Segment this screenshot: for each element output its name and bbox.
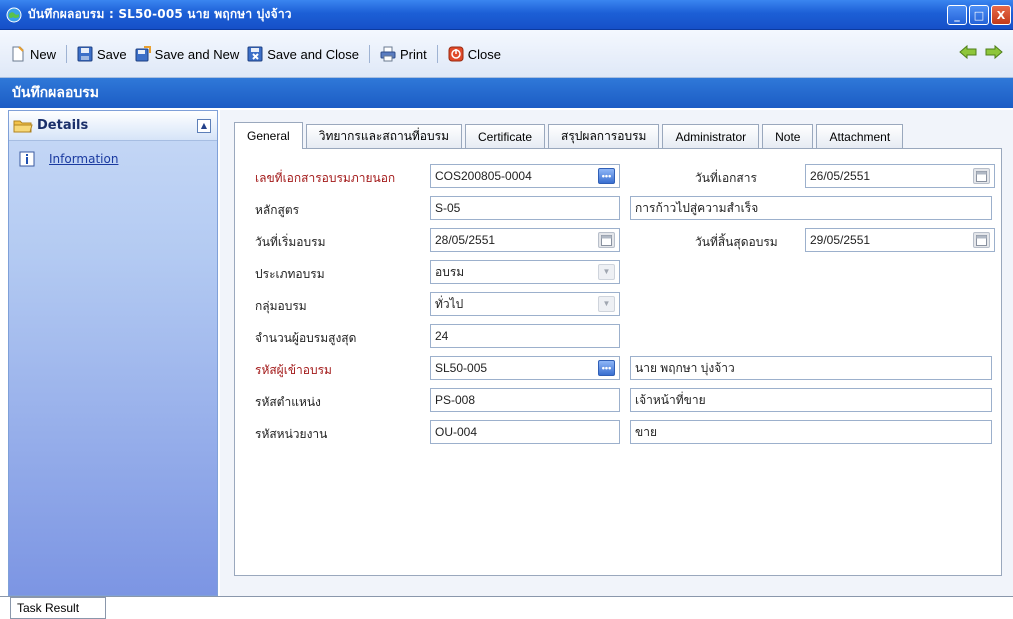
doc-date-label: วันที่เอกสาร <box>695 171 757 185</box>
position-code-value: PS-008 <box>435 393 476 407</box>
position-name-value: เจ้าหน้าที่ขาย <box>635 393 706 407</box>
start-date-label: วันที่เริ่มอบรม <box>255 235 326 249</box>
max-trainees-label: จำนวนผู้อบรมสูงสุด <box>255 331 357 345</box>
trainee-code-value: SL50-005 <box>435 361 488 375</box>
close-power-icon <box>448 46 464 62</box>
bottom-divider <box>0 596 1013 597</box>
save-and-close-button[interactable]: Save and Close <box>243 46 363 62</box>
maximize-button[interactable]: □ <box>969 5 989 25</box>
trainee-name-value: นาย พฤกษา บุ่งจ้าว <box>635 361 735 375</box>
calendar-icon[interactable] <box>973 168 990 184</box>
tab-strip: General วิทยากรและสถานที่อบรม Certificat… <box>234 122 906 149</box>
save-label: Save <box>97 46 127 62</box>
tab-note[interactable]: Note <box>762 124 814 148</box>
training-type-select[interactable]: อบรม ▼ <box>430 260 620 284</box>
trainee-code-field[interactable]: SL50-005 ••• <box>430 356 620 380</box>
doc-number-label: เลขที่เอกสารอบรมภายนอก <box>255 171 396 185</box>
trainee-lookup-icon[interactable]: ••• <box>598 360 615 376</box>
training-group-select[interactable]: ทั่วไป ▼ <box>430 292 620 316</box>
info-icon <box>19 151 35 167</box>
window-title: บันทึกผลอบรม : SL50-005 นาย พฤกษา บุ่งจ้… <box>28 7 292 21</box>
max-trainees-field[interactable]: 24 <box>430 324 620 348</box>
print-button[interactable]: Print <box>376 46 431 62</box>
printer-icon <box>380 46 396 62</box>
toolbar: New Save Save and New Save and Close Pri… <box>0 30 1013 78</box>
tab-attachment[interactable]: Attachment <box>816 124 904 148</box>
save-and-close-label: Save and Close <box>267 46 359 62</box>
unit-name-field[interactable]: ขาย <box>630 420 992 444</box>
training-group-value: ทั่วไป <box>435 297 464 311</box>
sidebar-item-information[interactable]: Information <box>9 141 217 167</box>
training-type-value: อบรม <box>435 265 465 279</box>
save-and-new-button[interactable]: Save and New <box>131 46 244 62</box>
tab-administrator[interactable]: Administrator <box>662 124 760 148</box>
save-and-new-icon <box>135 46 151 62</box>
close-label: Close <box>467 46 501 62</box>
new-document-icon <box>12 46 24 62</box>
window-close-button[interactable]: X <box>991 5 1011 25</box>
doc-date-field[interactable]: 26/05/2551 <box>805 164 995 188</box>
new-label: New <box>30 46 57 62</box>
course-name-value: การก้าวไปสู่ความสำเร็จ <box>635 201 759 215</box>
details-panel-header[interactable]: Details ▲ <box>9 111 217 141</box>
collapse-chevron-icon[interactable]: ▲ <box>197 119 211 133</box>
close-button[interactable]: Close <box>444 46 505 62</box>
course-name-field[interactable]: การก้าวไปสู่ความสำเร็จ <box>630 196 992 220</box>
new-button[interactable]: New <box>6 46 60 62</box>
end-date-label: วันที่สิ้นสุดอบรม <box>695 235 778 249</box>
minimize-button[interactable]: _ <box>947 5 967 25</box>
save-disk-icon <box>77 46 93 62</box>
calendar-icon[interactable] <box>973 232 990 248</box>
position-code-field[interactable]: PS-008 <box>430 388 620 412</box>
window-titlebar: บันทึกผลอบรม : SL50-005 นาย พฤกษา บุ่งจ้… <box>0 0 1013 30</box>
folder-icon <box>13 120 33 132</box>
save-button[interactable]: Save <box>73 46 131 62</box>
previous-arrow-icon[interactable] <box>959 44 977 60</box>
tab-training-summary[interactable]: สรุปผลการอบรม <box>548 124 660 148</box>
main-content: General วิทยากรและสถานที่อบรม Certificat… <box>220 110 1013 596</box>
tab-trainer-location[interactable]: วิทยากรและสถานที่อบรม <box>305 124 462 148</box>
app-globe-icon <box>6 7 22 22</box>
doc-date-value: 26/05/2551 <box>810 169 871 183</box>
trainee-code-label: รหัสผู้เข้าอบรม <box>255 363 332 377</box>
dropdown-chevron-icon[interactable]: ▼ <box>598 264 615 280</box>
course-code-field[interactable]: S-05 <box>430 196 620 220</box>
training-group-label: กลุ่มอบรม <box>255 299 307 313</box>
tab-general[interactable]: General <box>234 122 303 149</box>
details-panel-title: Details <box>37 118 89 133</box>
position-name-field[interactable]: เจ้าหน้าที่ขาย <box>630 388 992 412</box>
calendar-icon[interactable] <box>598 232 615 248</box>
toolbar-divider <box>436 45 438 63</box>
trainee-name-field[interactable]: นาย พฤกษา บุ่งจ้าว <box>630 356 992 380</box>
toolbar-divider <box>66 45 68 63</box>
course-code-value: S-05 <box>435 201 461 215</box>
print-label: Print <box>400 46 427 62</box>
sidebar-item-label: Information <box>49 152 119 166</box>
unit-code-label: รหัสหน่วยงาน <box>255 427 328 441</box>
unit-name-value: ขาย <box>635 425 657 439</box>
start-date-field[interactable]: 28/05/2551 <box>430 228 620 252</box>
start-date-value: 28/05/2551 <box>435 233 496 247</box>
doc-number-field[interactable]: COS200805-0004 ••• <box>430 164 620 188</box>
section-title: บันทึกผลอบรม <box>0 78 1013 108</box>
save-and-new-label: Save and New <box>154 46 240 62</box>
doc-number-value: COS200805-0004 <box>435 169 532 183</box>
tab-certificate[interactable]: Certificate <box>465 124 546 148</box>
tab-task-result[interactable]: Task Result <box>10 597 106 619</box>
max-trainees-value: 24 <box>435 329 449 343</box>
save-and-close-icon <box>247 46 263 62</box>
end-date-value: 29/05/2551 <box>810 233 871 247</box>
course-label: หลักสูตร <box>255 203 300 217</box>
unit-code-field[interactable]: OU-004 <box>430 420 620 444</box>
training-type-label: ประเภทอบรม <box>255 267 325 281</box>
dropdown-chevron-icon[interactable]: ▼ <box>598 296 615 312</box>
doc-number-lookup-icon[interactable]: ••• <box>598 168 615 184</box>
toolbar-divider <box>369 45 370 63</box>
details-panel: Details ▲ Information <box>8 110 218 596</box>
general-tab-panel: เลขที่เอกสารอบรมภายนอก COS200805-0004 ••… <box>234 148 1002 576</box>
end-date-field[interactable]: 29/05/2551 <box>805 228 995 252</box>
unit-code-value: OU-004 <box>435 425 478 439</box>
next-arrow-icon[interactable] <box>985 44 1003 60</box>
position-code-label: รหัสตำแหน่ง <box>255 395 321 409</box>
